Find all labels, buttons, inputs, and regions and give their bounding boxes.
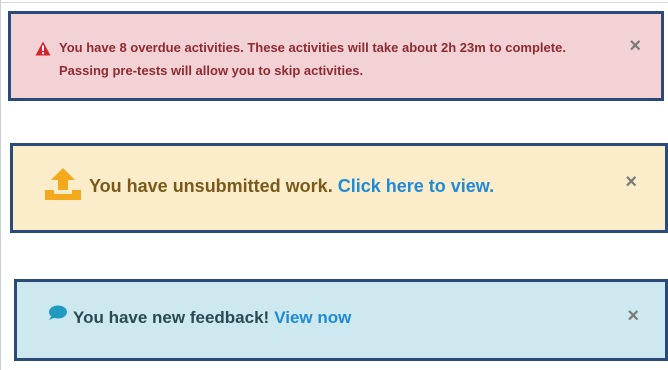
- feedback-view-now-link[interactable]: View now: [274, 308, 351, 328]
- speech-bubble-icon: [47, 305, 67, 326]
- feedback-alert-close-button[interactable]: ×: [627, 306, 639, 326]
- unsubmitted-work-alert: You have unsubmitted work. Click here to…: [10, 143, 668, 233]
- feedback-alert-message: You have new feedback! View now: [47, 305, 351, 328]
- frame-top-line: [0, 2, 668, 3]
- unsubmitted-alert-message: You have unsubmitted work. Click here to…: [43, 166, 494, 207]
- warning-triangle-icon: [35, 40, 51, 63]
- upload-icon: [43, 166, 83, 207]
- overdue-alert-message: You have 8 overdue activities. These act…: [35, 36, 615, 82]
- unsubmitted-alert-close-button[interactable]: ×: [625, 172, 637, 192]
- overdue-alert-text: You have 8 overdue activities. These act…: [59, 40, 566, 78]
- unsubmitted-alert-text: You have unsubmitted work.: [89, 176, 333, 196]
- frame-left-line: [0, 0, 1, 370]
- overdue-activities-alert: You have 8 overdue activities. These act…: [8, 11, 664, 101]
- new-feedback-alert: You have new feedback! View now ×: [14, 279, 668, 361]
- feedback-alert-text: You have new feedback!: [73, 308, 270, 327]
- unsubmitted-view-link[interactable]: Click here to view.: [338, 176, 494, 197]
- overdue-alert-close-button[interactable]: ×: [629, 36, 641, 56]
